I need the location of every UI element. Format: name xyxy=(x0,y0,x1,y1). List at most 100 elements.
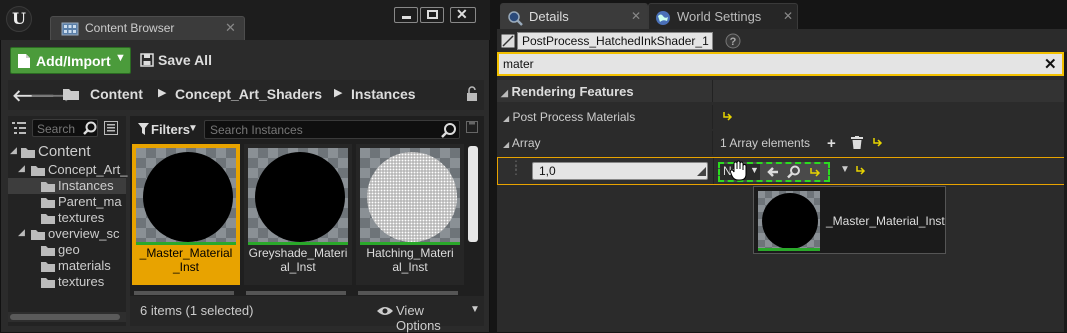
scrollbar-thumb[interactable] xyxy=(10,314,120,320)
element-index-field[interactable]: 1,0 xyxy=(532,162,708,180)
resize-grip-icon xyxy=(697,167,706,176)
asset-search-input[interactable]: Search Instances xyxy=(204,120,460,139)
tab-world-settings[interactable]: World Settings ✕ xyxy=(648,3,798,29)
material-preview-thumbnail xyxy=(758,191,820,251)
maximize-button[interactable] xyxy=(420,7,444,23)
tab-content-browser[interactable]: Content Browser ✕ xyxy=(50,16,245,40)
search-icon xyxy=(83,121,97,135)
chevron-down-icon[interactable]: ▼ xyxy=(840,164,850,175)
tab-label: World Settings xyxy=(677,9,762,24)
actor-icon xyxy=(501,34,515,48)
horizontal-scrollbar[interactable] xyxy=(8,312,126,322)
tree-item-concept-art[interactable]: ◢ Concept_Art_ xyxy=(8,162,128,178)
column-divider xyxy=(712,105,713,129)
asset-tile[interactable]: _Master_Material_Inst xyxy=(132,144,240,285)
tree-item-overview-scene[interactable]: ◢ overview_sc xyxy=(8,226,126,242)
folder-open-icon xyxy=(30,229,46,241)
material-preview-thumbnail xyxy=(248,148,348,242)
category-label: ◢ Rendering Features xyxy=(501,84,634,99)
help-icon[interactable]: ? xyxy=(725,33,741,49)
category-header-rendering-features[interactable]: ◢ Rendering Features xyxy=(497,80,1067,102)
dragged-asset-label: _Master_Material_Inst xyxy=(826,214,945,228)
property-row-array: ◢ Array 1 Array elements + xyxy=(497,131,1067,155)
tree-label: Parent_ma xyxy=(58,194,122,209)
globe-icon xyxy=(655,10,671,26)
tree-item-instances[interactable]: Instances xyxy=(8,178,126,194)
breadcrumb-separator-icon[interactable]: ▶ xyxy=(334,86,342,99)
details-search-input[interactable]: mater ✕ xyxy=(497,52,1067,76)
reset-to-default-icon[interactable] xyxy=(856,165,866,175)
lock-icon[interactable] xyxy=(466,86,478,102)
browse-magnifier-icon[interactable] xyxy=(784,164,804,180)
breadcrumb-item[interactable]: Content xyxy=(90,86,143,102)
asset-label: _Master_Material_Inst xyxy=(139,246,233,274)
property-row-post-process-materials: ◢ Post Process Materials xyxy=(497,105,1067,129)
asset-type-bar xyxy=(248,242,348,245)
use-selected-arrow-icon[interactable] xyxy=(764,164,784,180)
tree-label: Concept_Art_ xyxy=(48,162,128,177)
element-index-value: 1,0 xyxy=(539,164,556,178)
chevron-down-icon: ▼ xyxy=(470,304,480,315)
new-file-icon xyxy=(17,53,31,69)
tree-item-textures[interactable]: textures xyxy=(8,274,126,290)
property-name: Post Process Materials xyxy=(512,110,636,124)
breadcrumb-item[interactable]: Instances xyxy=(351,86,416,102)
vertical-scrollbar-thumb[interactable] xyxy=(468,146,478,242)
tree-item-content[interactable]: ◢ Content xyxy=(8,143,126,160)
expanded-arrow-icon[interactable]: ◢ xyxy=(18,163,25,174)
search-field-box[interactable]: mater ✕ xyxy=(499,54,1062,74)
asset-label: Greyshade_Material_Inst xyxy=(248,246,348,274)
trash-icon[interactable] xyxy=(851,136,863,149)
tree-item-textures[interactable]: textures xyxy=(8,210,126,226)
view-list-icon[interactable] xyxy=(104,121,118,135)
asset-tile[interactable]: Hatching_Material_Inst xyxy=(356,144,464,285)
add-import-button[interactable]: Add/Import ▼ xyxy=(10,47,131,74)
folder-icon[interactable] xyxy=(62,87,80,101)
property-label: ◢ Post Process Materials xyxy=(503,110,636,124)
search-placeholder: Search xyxy=(37,122,76,136)
search-placeholder: Search Instances xyxy=(210,123,303,137)
asset-view-panel: Filters ▼ Search Instances _Master_Mater… xyxy=(130,116,484,333)
expanded-arrow-icon[interactable]: ◢ xyxy=(18,227,25,238)
reset-to-default-icon[interactable] xyxy=(723,111,733,121)
tree-label: materials xyxy=(58,258,111,273)
column-divider xyxy=(712,131,713,155)
tree-label: geo xyxy=(58,242,80,257)
folder-icon xyxy=(40,261,56,273)
tree-item-parent-materials[interactable]: Parent_ma xyxy=(8,194,126,210)
object-name-row: PostProcess_HatchedInkShader_1 ? xyxy=(497,31,1067,51)
clear-search-icon[interactable]: ✕ xyxy=(1044,55,1057,73)
save-icon xyxy=(140,53,154,67)
tree-item-geo[interactable]: geo xyxy=(8,242,126,258)
save-search-icon[interactable] xyxy=(466,121,478,133)
close-icon[interactable]: ✕ xyxy=(225,20,236,36)
tab-details[interactable]: Details ✕ xyxy=(500,3,648,29)
breadcrumb-separator-icon[interactable]: ▶ xyxy=(158,86,166,99)
reset-to-default-icon[interactable] xyxy=(873,137,883,147)
save-all-label: Save All xyxy=(158,52,212,68)
view-options-label: View Options xyxy=(396,303,441,333)
material-preview-thumbnail xyxy=(136,148,236,242)
reset-to-default-icon[interactable] xyxy=(806,164,826,180)
expanded-arrow-icon[interactable]: ◢ xyxy=(10,145,17,156)
property-label: ◢ Array xyxy=(503,136,541,150)
folder-icon xyxy=(40,213,56,225)
asset-tile[interactable]: Greyshade_Material_Inst xyxy=(244,144,352,285)
sources-panel: Search ◢ Content ◢ Concept_Art_ Instance… xyxy=(8,116,128,326)
tree-label: textures xyxy=(58,274,105,289)
object-name-field[interactable]: PostProcess_HatchedInkShader_1 xyxy=(517,32,713,50)
add-element-icon[interactable]: + xyxy=(827,135,836,152)
filter-list-icon[interactable] xyxy=(11,121,27,135)
folder-icon xyxy=(40,245,56,257)
filters-button[interactable]: Filters ▼ xyxy=(134,120,200,140)
close-icon[interactable]: ✕ xyxy=(631,9,641,23)
minimize-button[interactable] xyxy=(394,7,418,23)
close-icon[interactable]: ✕ xyxy=(783,9,793,23)
breadcrumb-item[interactable]: Concept_Art_Shaders xyxy=(175,86,322,102)
sources-search-input[interactable]: Search xyxy=(32,119,98,137)
tree-item-materials[interactable]: materials xyxy=(8,258,126,274)
close-window-button[interactable]: ✕ xyxy=(450,6,476,23)
drag-handle-icon[interactable]: ⋮ ⋮ xyxy=(510,159,523,176)
folder-icon xyxy=(40,197,56,209)
save-all-button[interactable]: Save All xyxy=(136,47,220,74)
